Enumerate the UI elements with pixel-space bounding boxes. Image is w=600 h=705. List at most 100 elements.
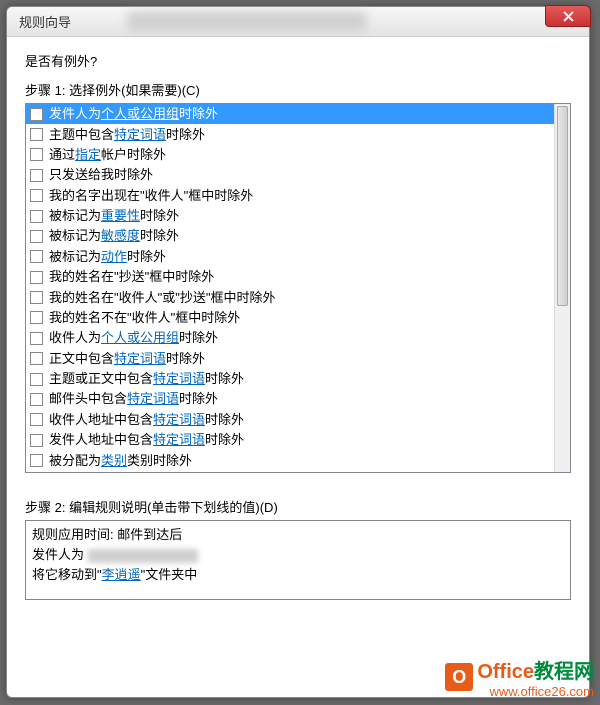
list-item[interactable]: 通过 指定 帐户时除外 — [26, 145, 554, 165]
exceptions-listbox[interactable]: 发件人为 个人或公用组 时除外主题中包含 特定词语 时除外通过 指定 帐户时除外… — [25, 103, 571, 473]
checkbox[interactable] — [30, 230, 43, 243]
item-text-pre: 我的名字出现在"收件人"框中时除外 — [49, 187, 253, 205]
list-item[interactable]: 我的姓名不在"收件人"框中时除外 — [26, 308, 554, 328]
item-text-post: 时除外 — [205, 370, 244, 388]
list-item[interactable]: 收件人为 个人或公用组 时除外 — [26, 328, 554, 348]
checkbox[interactable] — [30, 169, 43, 182]
checkbox[interactable] — [30, 291, 43, 304]
item-text-pre: 发件人为 — [49, 105, 101, 123]
desc-line2: 发件人为 — [32, 545, 564, 565]
list-item[interactable]: 我的姓名在"抄送"框中时除外 — [26, 267, 554, 287]
desc-line1: 规则应用时间: 邮件到达后 — [32, 525, 564, 545]
item-text-pre: 邮件头中包含 — [49, 390, 127, 408]
dialog-window: 规则向导 是否有例外? 步骤 1: 选择例外(如果需要)(C) 发件人为 个人或… — [6, 6, 590, 698]
item-text-pre: 发件人地址中包含 — [49, 431, 153, 449]
scrollbar[interactable] — [554, 104, 570, 472]
list-item[interactable]: 我的名字出现在"收件人"框中时除外 — [26, 186, 554, 206]
item-text-pre: 被标记为 — [49, 227, 101, 245]
list-item[interactable]: 被标记为 动作 时除外 — [26, 247, 554, 267]
item-text-pre: 我的姓名在"抄送"框中时除外 — [49, 268, 214, 286]
item-text-pre: 被标记为 — [49, 207, 101, 225]
condition-link[interactable]: 指定 — [75, 146, 101, 164]
window-title: 规则向导 — [19, 12, 71, 31]
checkbox[interactable] — [30, 250, 43, 263]
checkbox[interactable] — [30, 108, 43, 121]
item-text-pre: 主题或正文中包含 — [49, 370, 153, 388]
item-text-post: 时除外 — [205, 431, 244, 449]
list-item[interactable]: 我的姓名在"收件人"或"抄送"框中时除外 — [26, 287, 554, 307]
checkbox[interactable] — [30, 311, 43, 324]
list-item[interactable]: 被标记为 敏感度 时除外 — [26, 226, 554, 246]
checkbox[interactable] — [30, 434, 43, 447]
rule-description-box[interactable]: 规则应用时间: 邮件到达后 发件人为 将它移动到"李逍遥"文件夹中 — [25, 520, 571, 600]
item-text-post: 时除外 — [140, 227, 179, 245]
checkbox[interactable] — [30, 271, 43, 284]
list-item[interactable]: 被标记为 重要性 时除外 — [26, 206, 554, 226]
close-icon — [563, 11, 574, 22]
step1-label: 步骤 1: 选择例外(如果需要)(C) — [25, 80, 571, 99]
item-text-post: 时除外 — [179, 105, 218, 123]
condition-link[interactable]: 个人或公用组 — [101, 329, 179, 347]
item-text-post: 帐户时除外 — [101, 146, 166, 164]
checkbox[interactable] — [30, 413, 43, 426]
watermark-url: www.office26.com — [477, 684, 594, 699]
item-text-post: 时除外 — [166, 126, 205, 144]
list-item[interactable]: 收件人地址中包含 特定词语 时除外 — [26, 410, 554, 430]
checkbox[interactable] — [30, 210, 43, 223]
checkbox[interactable] — [30, 148, 43, 161]
item-text-pre: 主题中包含 — [49, 126, 114, 144]
condition-link[interactable]: 特定词语 — [153, 411, 205, 429]
titlebar[interactable]: 规则向导 — [7, 7, 589, 37]
checkbox[interactable] — [30, 352, 43, 365]
item-text-pre: 收件人地址中包含 — [49, 411, 153, 429]
dialog-content: 是否有例外? 步骤 1: 选择例外(如果需要)(C) 发件人为 个人或公用组 时… — [7, 37, 589, 697]
checkbox[interactable] — [30, 393, 43, 406]
list-item[interactable]: 只发送给我时除外 — [26, 165, 554, 185]
condition-link[interactable]: 类别 — [101, 452, 127, 470]
item-text-post: 时除外 — [179, 329, 218, 347]
step2-label: 步骤 2: 编辑规则说明(单击带下划线的值)(D) — [25, 497, 571, 516]
list-item[interactable]: 发件人地址中包含 特定词语 时除外 — [26, 430, 554, 450]
condition-link[interactable]: 特定词语 — [153, 431, 205, 449]
list-item[interactable]: 邮件头中包含 特定词语 时除外 — [26, 389, 554, 409]
checkbox[interactable] — [30, 189, 43, 202]
item-text-pre: 被标记为 — [49, 248, 101, 266]
item-text-pre: 只发送给我时除外 — [49, 166, 153, 184]
item-text-pre: 被分配为 — [49, 452, 101, 470]
item-text-post: 时除外 — [205, 411, 244, 429]
list-item[interactable]: 正文中包含 特定词语 时除外 — [26, 349, 554, 369]
redacted-value[interactable] — [88, 549, 198, 563]
folder-link[interactable]: 李逍遥 — [102, 567, 141, 582]
checkbox[interactable] — [30, 454, 43, 467]
item-text-post: 时除外 — [179, 390, 218, 408]
watermark: O Office教程网 www.office26.com — [445, 655, 594, 699]
watermark-brand1: Office — [477, 661, 534, 683]
condition-link[interactable]: 个人或公用组 — [101, 105, 179, 123]
condition-link[interactable]: 特定词语 — [127, 390, 179, 408]
item-text-post: 时除外 — [166, 350, 205, 368]
condition-link[interactable]: 敏感度 — [101, 227, 140, 245]
item-text-post: 时除外 — [140, 207, 179, 225]
item-text-pre: 收件人为 — [49, 329, 101, 347]
condition-link[interactable]: 动作 — [101, 248, 127, 266]
list-item[interactable]: 发件人为 个人或公用组 时除外 — [26, 104, 554, 124]
item-text-post: 时除外 — [127, 248, 166, 266]
item-text-pre: 通过 — [49, 146, 75, 164]
condition-link[interactable]: 特定词语 — [114, 350, 166, 368]
item-text-pre: 正文中包含 — [49, 350, 114, 368]
checkbox[interactable] — [30, 332, 43, 345]
item-text-pre: 我的姓名不在"收件人"框中时除外 — [49, 309, 240, 327]
condition-link[interactable]: 特定词语 — [153, 370, 205, 388]
list-item[interactable]: 被分配为 类别 类别时除外 — [26, 450, 554, 470]
list-item[interactable]: 主题中包含 特定词语 时除外 — [26, 124, 554, 144]
checkbox[interactable] — [30, 128, 43, 141]
scrollbar-thumb[interactable] — [557, 106, 568, 306]
watermark-brand2: 教程网 — [534, 661, 594, 683]
condition-link[interactable]: 特定词语 — [114, 126, 166, 144]
close-button[interactable] — [545, 5, 591, 27]
titlebar-blur — [127, 11, 367, 31]
item-text-post: 类别时除外 — [127, 452, 192, 470]
list-item[interactable]: 主题或正文中包含 特定词语 时除外 — [26, 369, 554, 389]
checkbox[interactable] — [30, 373, 43, 386]
condition-link[interactable]: 重要性 — [101, 207, 140, 225]
